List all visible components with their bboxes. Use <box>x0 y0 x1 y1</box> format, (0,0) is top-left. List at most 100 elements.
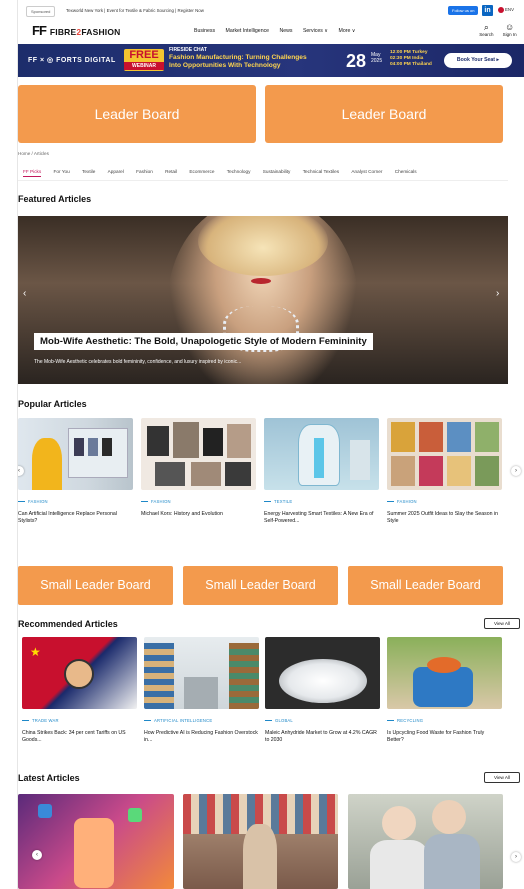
popular-heading: Popular Articles <box>18 399 87 409</box>
article-tag: TRADE WAR <box>22 718 137 723</box>
article-image <box>141 418 256 490</box>
nav-business[interactable]: Business <box>194 28 215 34</box>
featured-title[interactable]: Mob-Wife Aesthetic: The Bold, Unapologet… <box>34 333 373 350</box>
article-title[interactable]: Is Upcycling Food Waste for Fashion Trul… <box>387 730 502 744</box>
flag-icon <box>498 7 504 13</box>
fireside-label: FIRESIDE CHAT <box>169 47 207 53</box>
category-tabs: FF Picks For You Textile Apparel Fashion… <box>23 169 428 177</box>
article-title[interactable]: Michael Kors: History and Evolution <box>141 511 256 518</box>
slider-prev-icon[interactable]: ‹ <box>23 288 26 299</box>
tab-sustainability[interactable]: Sustainability <box>263 169 291 174</box>
top-bar: Sponsored Texworld New York | Event for … <box>18 4 524 18</box>
view-all-button[interactable]: View All <box>484 618 520 629</box>
slider-next-icon[interactable]: › <box>496 288 499 299</box>
webinar-label: WEBINAR <box>124 62 164 70</box>
linkedin-icon[interactable]: in <box>482 5 493 16</box>
sponsored-label: Sponsored <box>26 6 56 17</box>
nav-links: Business Market Intelligence News Servic… <box>194 28 365 34</box>
follow-us-label: Follow us on <box>448 6 479 15</box>
nav-services[interactable]: Services ∨ <box>303 28 328 34</box>
carousel-next-icon[interactable]: › <box>511 466 521 476</box>
featured-slider[interactable]: ‹ › Mob-Wife Aesthetic: The Bold, Unapol… <box>18 216 508 384</box>
banner-brand: FF × ◎ FORTS DIGITAL <box>28 57 116 64</box>
user-icon: ☺ <box>505 22 515 32</box>
small-leader-board-ad[interactable]: Small Leader Board <box>183 566 338 605</box>
logo-name-a: FIBRE <box>49 27 77 37</box>
search-button[interactable]: ⌕ Search <box>475 22 497 37</box>
nav-more[interactable]: More ∨ <box>339 28 356 34</box>
article-card[interactable]: TEXTILE Energy Harvesting Smart Textiles… <box>264 418 379 525</box>
article-card[interactable]: ARTIFICIAL INTELLIGENCE How Predictive A… <box>144 637 259 744</box>
tab-technical-textiles[interactable]: Technical Textiles <box>303 169 339 174</box>
tab-ecommerce[interactable]: Ecommerce <box>189 169 214 174</box>
article-image <box>265 637 380 709</box>
banner-month: May 2025 <box>371 52 382 64</box>
tab-ff-picks[interactable]: FF Picks <box>23 169 42 177</box>
latest-article-image[interactable] <box>348 794 503 889</box>
free-webinar-badge: FREE WEBINAR <box>124 49 164 71</box>
featured-image-lips <box>251 278 271 284</box>
article-image: ★ <box>22 637 137 709</box>
webinar-banner[interactable]: FF × ◎ FORTS DIGITAL FREE WEBINAR FIRESI… <box>18 44 524 77</box>
small-leader-board-ad[interactable]: Small Leader Board <box>18 566 173 605</box>
carousel-prev-icon[interactable]: ‹ <box>32 850 42 860</box>
leader-board-ad[interactable]: Leader Board <box>18 85 256 143</box>
tab-retail[interactable]: Retail <box>165 169 177 174</box>
article-image <box>387 637 502 709</box>
banner-headline: Fashion Manufacturing: Turning Challenge… <box>169 54 307 70</box>
article-title[interactable]: How Predictive AI is Reducing Fashion Ov… <box>144 730 259 744</box>
sponsored-ticker-link[interactable]: Texworld New York | Event for Textile & … <box>66 8 204 13</box>
tab-apparel[interactable]: Apparel <box>108 169 124 174</box>
article-title[interactable]: Maleic Anhydride Market to Grow at 4.2% … <box>265 730 380 744</box>
article-card[interactable]: FASHION Michael Kors: History and Evolut… <box>141 418 256 518</box>
article-card[interactable]: FASHION Can Artificial Intelligence Repl… <box>18 418 133 525</box>
banner-year-label: 2025 <box>371 58 383 64</box>
article-card[interactable]: RECYCLING Is Upcycling Food Waste for Fa… <box>387 637 502 744</box>
nav-news[interactable]: News <box>280 28 293 34</box>
tab-for-you[interactable]: For You <box>54 169 70 174</box>
recommended-heading: Recommended Articles <box>18 619 118 629</box>
article-tag: GLOBAL <box>265 718 380 723</box>
small-leader-board-ad[interactable]: Small Leader Board <box>348 566 503 605</box>
article-title[interactable]: Summer 2025 Outfit Ideas to Slay the Sea… <box>387 511 502 525</box>
carousel-next-icon[interactable]: › <box>511 852 521 862</box>
tab-fashion[interactable]: Fashion <box>136 169 153 174</box>
featured-heading: Featured Articles <box>18 194 92 204</box>
tab-technology[interactable]: Technology <box>227 169 251 174</box>
banner-date: 28 <box>346 51 367 71</box>
article-image <box>387 418 502 490</box>
article-title[interactable]: Can Artificial Intelligence Replace Pers… <box>18 511 133 525</box>
leader-board-ad[interactable]: Leader Board <box>265 85 503 143</box>
sign-in-button[interactable]: ☺ Sign In <box>499 22 521 37</box>
tab-analyst-corner[interactable]: Analyst Corner <box>351 169 382 174</box>
latest-heading: Latest Articles <box>18 773 80 783</box>
article-image <box>18 418 133 490</box>
tab-chemicals[interactable]: Chemicals <box>395 169 417 174</box>
article-image <box>144 637 259 709</box>
article-card[interactable]: GLOBAL Maleic Anhydride Market to Grow a… <box>265 637 380 744</box>
book-seat-button[interactable]: Book Your Seat ▸ <box>444 53 512 68</box>
article-title[interactable]: Energy Harvesting Smart Textiles: A New … <box>264 511 379 525</box>
banner-headline-line1: Fashion Manufacturing: Turning Challenge… <box>169 54 307 61</box>
logo-mark: FF <box>32 23 47 38</box>
article-tag: TEXTILE <box>264 499 379 504</box>
article-card[interactable]: FASHION Summer 2025 Outfit Ideas to Slay… <box>387 418 502 525</box>
latest-article-image[interactable] <box>183 794 338 889</box>
logo-name-b: FASHION <box>81 27 121 37</box>
site-logo[interactable]: FF FIBRE2FASHION <box>32 23 121 38</box>
tab-textile[interactable]: Textile <box>82 169 95 174</box>
search-label: Search <box>479 32 494 37</box>
category-divider <box>18 180 508 181</box>
latest-article-image[interactable] <box>18 794 174 889</box>
view-all-button[interactable]: View All <box>484 772 520 783</box>
language-selector[interactable]: ENV <box>498 7 514 13</box>
article-image <box>264 418 379 490</box>
star-icon: ★ <box>30 645 41 659</box>
article-card[interactable]: ★ TRADE WAR China Strikes Back: 34 per c… <box>22 637 137 744</box>
article-title[interactable]: China Strikes Back: 34 per cent Tariffs … <box>22 730 137 744</box>
nav-market-intelligence[interactable]: Market Intelligence <box>226 28 270 34</box>
article-tag: FASHION <box>18 499 133 504</box>
banner-time-thailand: 04:00 PM Thailand <box>390 62 432 67</box>
breadcrumb[interactable]: Home / Articles <box>18 151 49 156</box>
nav-icons: ⌕ Search ☺ Sign In <box>473 22 523 37</box>
